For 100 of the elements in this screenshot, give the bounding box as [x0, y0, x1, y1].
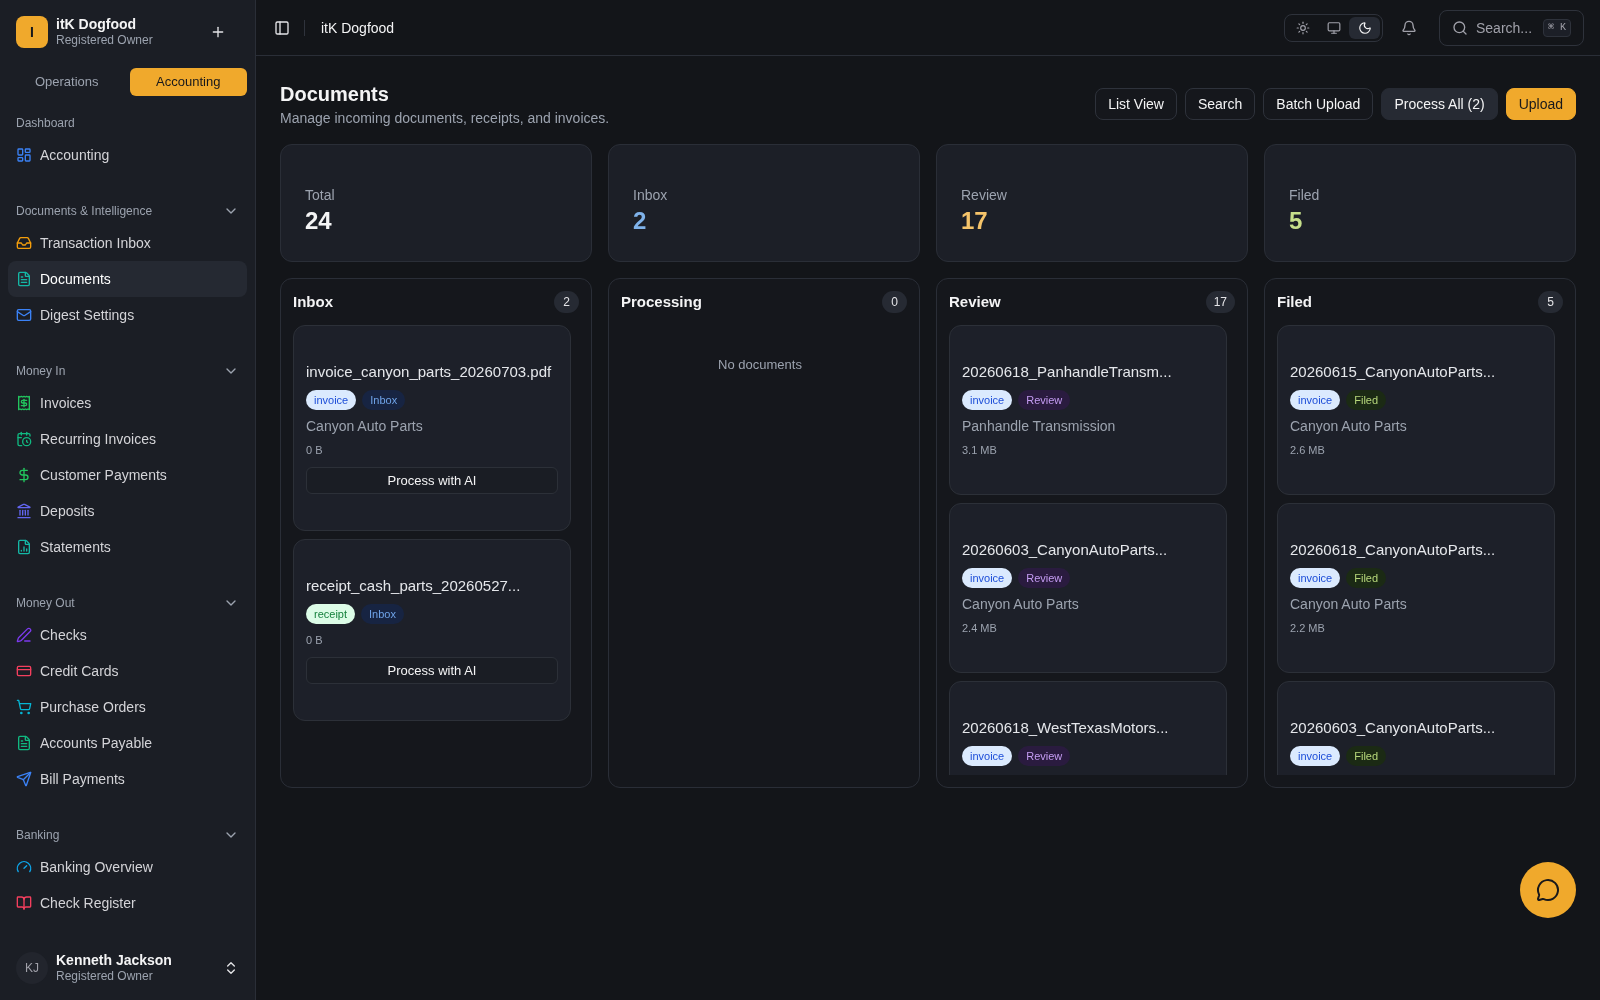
- sidebar-item[interactable]: Check Register: [8, 885, 247, 921]
- section-header[interactable]: Money In: [0, 357, 255, 385]
- sidebar-item[interactable]: Banking Overview: [8, 849, 247, 885]
- column-count: 2: [554, 291, 579, 313]
- sidebar-item[interactable]: Purchase Orders: [8, 689, 247, 725]
- file-size: 0 B: [306, 633, 323, 648]
- sidebar-item[interactable]: Accounting: [8, 137, 247, 173]
- document-card[interactable]: invoice_canyon_parts_20260703.pdf invoice Inbox Canyon Auto Parts 0 B Process with AI: [293, 325, 571, 531]
- toolbar-button[interactable]: Process All (2): [1381, 88, 1498, 120]
- mode-tab[interactable]: Operations: [8, 68, 126, 96]
- document-card[interactable]: 20260618_PanhandleTransm... invoice Review Panhandle Transmission 3.1 MB: [949, 325, 1227, 495]
- column-count: 17: [1205, 291, 1235, 313]
- sidebar-item[interactable]: Recurring Invoices: [8, 421, 247, 457]
- vendor-name: Panhandle Transmission: [962, 417, 1116, 436]
- file-size: 2.4 MB: [962, 621, 997, 636]
- panel-icon: [274, 19, 290, 36]
- process-button[interactable]: Process with AI: [306, 657, 558, 684]
- bank-building-icon: [16, 503, 32, 519]
- toolbar-button[interactable]: Batch Upload: [1263, 88, 1374, 120]
- sidebar-item[interactable]: Customer Payments: [8, 457, 247, 493]
- shortcut-key: ⌘ K: [1542, 18, 1571, 37]
- document-card[interactable]: 20260618_WestTexasMotors... invoice Review: [949, 681, 1227, 775]
- toolbar-button[interactable]: List View: [1095, 88, 1177, 120]
- pen-icon: [16, 627, 32, 643]
- document-tag: Inbox: [362, 390, 406, 410]
- sidebar-item[interactable]: Statements: [8, 529, 247, 565]
- toolbar-button[interactable]: Search: [1184, 88, 1256, 120]
- empty-message: No documents: [718, 356, 802, 374]
- section-header[interactable]: Money Out: [0, 589, 255, 617]
- vendor-name: Canyon Auto Parts: [1290, 417, 1407, 436]
- sidebar-item[interactable]: Transaction Inbox: [8, 225, 247, 261]
- chat-bubble-icon: [1536, 878, 1560, 902]
- document-tag: invoice: [962, 390, 1013, 410]
- envelope-icon: [16, 307, 32, 323]
- page-subtitle: Manage incoming documents, receipts, and invoices.: [280, 109, 610, 128]
- file-name: 20260618_CanyonAutoParts...: [1290, 540, 1496, 560]
- column-title: Review: [949, 292, 1001, 312]
- sidebar-item[interactable]: Checks: [8, 617, 247, 653]
- primary-button[interactable]: Upload: [1505, 88, 1576, 120]
- file-name: 20260618_PanhandleTransm...: [962, 362, 1172, 382]
- column-title: Inbox: [293, 292, 333, 312]
- document-tag: invoice: [1290, 568, 1341, 588]
- vendor-name: Canyon Auto Parts: [1290, 595, 1407, 614]
- chat-button[interactable]: [1520, 862, 1576, 918]
- stat-label: Filed: [1289, 186, 1320, 205]
- mode-tab[interactable]: Accounting: [129, 68, 247, 96]
- document-card[interactable]: 20260618_CanyonAutoParts... invoice Filed Canyon Auto Parts 2.2 MB: [1277, 503, 1555, 673]
- document-tag: invoice: [962, 568, 1013, 588]
- document-card[interactable]: 20260603_CanyonAutoParts... invoice Filed: [1277, 681, 1555, 775]
- stat-value: 24: [305, 206, 332, 236]
- document-tag: Review: [1018, 390, 1071, 410]
- inbox-tray-icon: [16, 235, 32, 251]
- vendor-name: Canyon Auto Parts: [962, 595, 1079, 614]
- document-card[interactable]: 20260603_CanyonAutoParts... invoice Review Canyon Auto Parts 2.4 MB: [949, 503, 1227, 673]
- workspace-name: itK Dogfood: [56, 16, 138, 32]
- file-size: 3.1 MB: [962, 443, 997, 458]
- receipt-icon: [16, 395, 32, 411]
- section-header[interactable]: Documents & Intelligence: [0, 197, 255, 225]
- moon-icon: [1357, 20, 1372, 35]
- section-header[interactable]: Banking: [0, 821, 255, 849]
- sidebar-item[interactable]: Credit Cards: [8, 653, 247, 689]
- theme-option[interactable]: [1349, 16, 1380, 39]
- file-size: 2.2 MB: [1290, 621, 1325, 636]
- document-icon: [16, 271, 32, 287]
- document-card[interactable]: 20260615_CanyonAutoParts... invoice Filed Canyon Auto Parts 2.6 MB: [1277, 325, 1555, 495]
- file-name: 20260618_WestTexasMotors...: [962, 718, 1169, 738]
- calendar-clock-icon: [16, 431, 32, 447]
- search-button[interactable]: Search... ⌘ K: [1439, 9, 1584, 46]
- workspace-logo: I: [16, 16, 48, 48]
- document-tag: invoice: [306, 390, 357, 410]
- sidebar-item[interactable]: Digest Settings: [8, 297, 247, 333]
- user-name: Kenneth Jackson: [56, 952, 172, 968]
- file-name: receipt_cash_parts_20260527...: [306, 576, 521, 596]
- cart-icon: [16, 699, 32, 715]
- document-tag: invoice: [1290, 390, 1341, 410]
- workspace-title: itK Dogfood: [321, 18, 395, 38]
- vendor-name: Canyon Auto Parts: [306, 417, 423, 436]
- sidebar-item[interactable]: Documents: [8, 261, 247, 297]
- page-title: Documents: [280, 82, 389, 107]
- column-title: Filed: [1277, 292, 1312, 312]
- open-book-icon: [16, 895, 32, 911]
- stat-value: 5: [1289, 206, 1303, 236]
- sidebar-item[interactable]: Deposits: [8, 493, 247, 529]
- monitor-icon: [1326, 20, 1341, 35]
- document-icon: [16, 735, 32, 751]
- sidebar-item[interactable]: Accounts Payable: [8, 725, 247, 761]
- user-menu[interactable]: KJ Kenneth Jackson Registered Owner: [8, 944, 247, 992]
- document-tag: Inbox: [361, 604, 404, 624]
- file-name: 20260615_CanyonAutoParts...: [1290, 362, 1496, 382]
- bell-icon: [1401, 19, 1417, 36]
- sidebar-item[interactable]: Bill Payments: [8, 761, 247, 797]
- process-button[interactable]: Process with AI: [306, 467, 558, 494]
- credit-card-icon: [16, 663, 32, 679]
- user-avatar: KJ: [16, 952, 48, 984]
- file-name: 20260603_CanyonAutoParts...: [1290, 718, 1496, 738]
- sidebar-item[interactable]: Invoices: [8, 385, 247, 421]
- document-tag: Filed: [1346, 746, 1387, 766]
- stat-label: Review: [961, 186, 1007, 205]
- workspace-role: Registered Owner: [56, 32, 153, 48]
- document-card[interactable]: receipt_cash_parts_20260527... receipt Inbox 0 B Process with AI: [293, 539, 571, 721]
